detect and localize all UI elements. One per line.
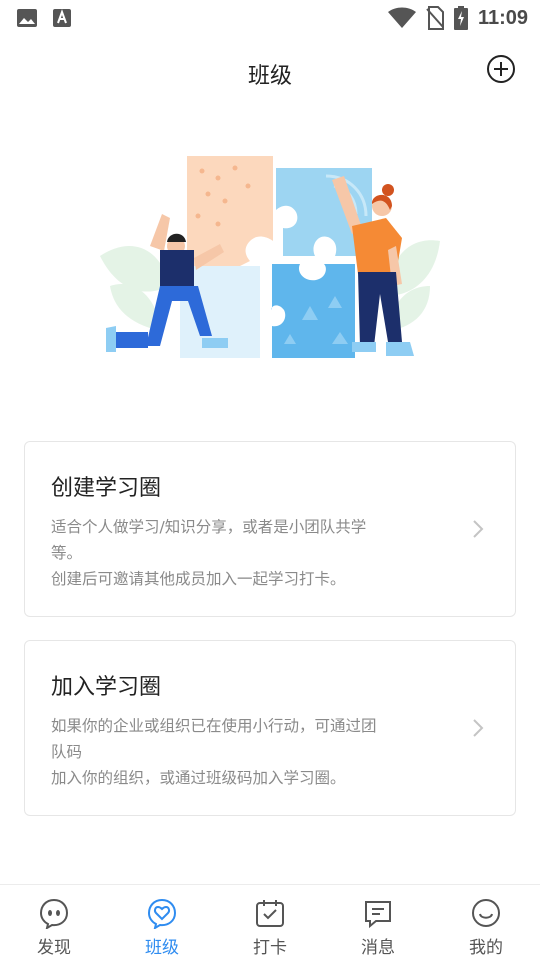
tab-label: 消息	[361, 938, 395, 958]
status-bar: 11:09	[0, 0, 540, 36]
card-desc-line: 创建后可邀请其他成员加入一起学习打卡。	[51, 570, 346, 588]
card-title: 创建学习圈	[51, 476, 162, 501]
tab-label: 打卡	[253, 938, 287, 958]
plus-circle-icon[interactable]	[486, 54, 516, 84]
battery-charging-icon	[453, 6, 468, 30]
profile-smile-icon	[472, 899, 500, 927]
no-sim-icon	[426, 6, 444, 30]
checkin-calendar-icon	[256, 900, 284, 927]
font-app-icon	[53, 9, 71, 27]
card-description: 适合个人做学习/知识分享，或者是小团队共学 等。 创建后可邀请其他成员加入一起学…	[51, 514, 441, 592]
tab-discover[interactable]: 发现	[0, 885, 108, 960]
create-circle-card[interactable]: 创建学习圈 适合个人做学习/知识分享，或者是小团队共学 等。 创建后可邀请其他成…	[24, 441, 516, 617]
chevron-right-icon	[473, 520, 484, 538]
bottom-tab-bar: 发现 班级 打卡 消息 我的	[0, 884, 540, 960]
card-desc-line: 如果你的企业或组织已在使用小行动，可通过团	[51, 717, 377, 735]
join-circle-card[interactable]: 加入学习圈 如果你的企业或组织已在使用小行动，可通过团 队码 加入你的组织，或通…	[24, 640, 516, 816]
tab-profile[interactable]: 我的	[432, 885, 540, 960]
tab-label: 我的	[469, 938, 503, 958]
card-description: 如果你的企业或组织已在使用小行动，可通过团 队码 加入你的组织，或通过班级码加入…	[51, 713, 441, 791]
card-desc-line: 等。	[51, 544, 83, 562]
image-icon	[17, 9, 37, 27]
puzzle-illustration	[100, 156, 440, 358]
status-time: 11:09	[477, 6, 528, 29]
page-title: 班级	[247, 64, 292, 89]
class-heart-icon	[147, 898, 177, 929]
message-icon	[365, 901, 391, 929]
tab-label: 发现	[37, 938, 71, 958]
header: 班级	[0, 44, 540, 100]
wifi-icon	[387, 7, 416, 28]
chevron-right-icon	[473, 719, 484, 737]
tab-messages[interactable]: 消息	[324, 885, 432, 960]
tab-label: 班级	[145, 938, 179, 958]
tab-class[interactable]: 班级	[108, 885, 216, 960]
tab-checkin[interactable]: 打卡	[216, 885, 324, 960]
card-desc-line: 队码	[51, 743, 83, 761]
card-title: 加入学习圈	[51, 675, 162, 700]
card-desc-line: 加入你的组织，或通过班级码加入学习圈。	[51, 769, 346, 787]
discover-face-icon	[39, 898, 69, 929]
card-desc-line: 适合个人做学习/知识分享，或者是小团队共学	[51, 518, 367, 536]
